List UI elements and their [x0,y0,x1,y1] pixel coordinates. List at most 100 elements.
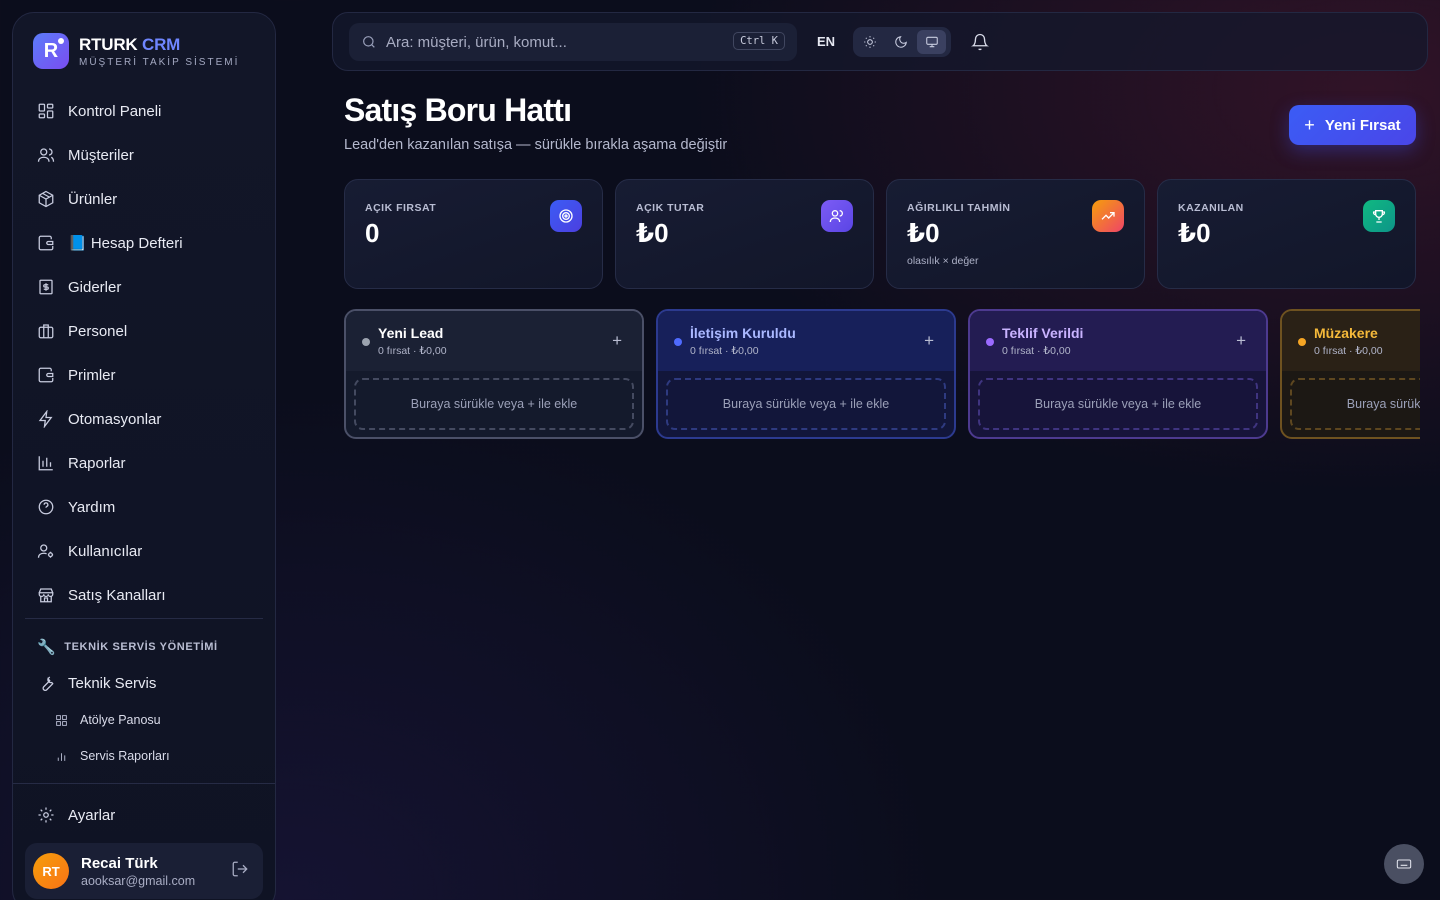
add-deal-button[interactable]: + [1236,331,1246,351]
sidebar-nav: Kontrol Paneli Müşteriler Ürünler 📘 Hesa… [25,89,265,617]
sidebar-item-label: Kontrol Paneli [68,102,162,120]
wrench-icon [42,676,54,691]
brand[interactable]: R RTURK CRM MÜŞTERİ TAKİP SİSTEMİ [33,33,239,69]
stat-value: ₺0 [636,218,669,248]
target-icon [550,200,582,232]
bar-chart-icon [38,456,53,471]
sidebar-item-bonuses[interactable]: Primler [25,353,265,397]
stage-title: Teklif Verildi [1002,325,1084,341]
stat-note: olasılık × değer [907,255,979,267]
sidebar-item-sales-channels[interactable]: Satış Kanalları [25,573,265,617]
pipeline-board: Yeni Lead 0 fırsat · ₺0,00 + Buraya sürü… [344,309,1420,444]
sidebar-item-products[interactable]: Ürünler [25,177,265,221]
bell-icon [971,33,989,51]
sidebar-item-dashboard[interactable]: Kontrol Paneli [25,89,265,133]
drop-zone[interactable]: Buraya sürükle veya + ile ekle [354,378,634,430]
stage-dot [362,338,370,346]
stat-card-open-opportunities: AÇIK FIRSAT 0 [344,179,603,289]
trending-up-icon [1092,200,1124,232]
stage-meta: 0 fırsat · ₺0,00 [378,345,447,357]
sidebar-item-label: Primler [68,366,116,384]
sidebar-item-technical-service[interactable]: Teknik Servis [25,661,265,705]
drop-zone[interactable]: Buraya sürükle veya + ile ekle [1290,378,1420,430]
stage-dot [1298,338,1306,346]
theme-dark-button[interactable] [887,30,916,54]
sidebar-item-reports[interactable]: Raporlar [25,441,265,485]
sidebar-item-ledger[interactable]: 📘 Hesap Defteri [25,221,265,265]
sidebar-subitem-service-reports[interactable]: Servis Raporları [55,749,170,763]
keyboard-icon [1396,859,1412,869]
stage-title: Müzakere [1314,325,1378,341]
briefcase-icon [38,324,54,339]
stage-title: Yeni Lead [378,325,444,341]
page-subtitle: Lead'den kazanılan satışa — sürükle bıra… [344,137,728,153]
gear-icon [38,807,54,823]
add-deal-button[interactable]: + [924,331,934,351]
bar-chart-icon [57,752,66,761]
users-icon [821,200,853,232]
monitor-icon [925,36,938,48]
add-deal-button[interactable]: + [612,331,622,351]
sidebar-item-label: Kullanıcılar [68,542,143,560]
trophy-icon [1363,200,1395,232]
shortcut-hint: Ctrl K [733,32,785,50]
pipeline-column-new-lead[interactable]: Yeni Lead 0 fırsat · ₺0,00 + Buraya sürü… [344,309,644,439]
store-icon [38,588,54,603]
sidebar-subitem-workshop-board[interactable]: Atölye Panosu [55,713,161,727]
page-title: Satış Boru Hattı [344,92,572,128]
help-circle-icon [38,499,54,515]
sidebar-item-label: Ayarlar [68,806,116,824]
pipeline-column-proposal-sent[interactable]: Teklif Verildi 0 fırsat · ₺0,00 + Buraya… [968,309,1268,439]
sidebar-item-label: Teknik Servis [68,674,157,692]
sidebar-item-customers[interactable]: Müşteriler [25,133,265,177]
avatar: RT [33,853,69,889]
moon-icon [895,36,907,48]
sidebar-item-label: Giderler [68,278,122,296]
notifications-button[interactable] [971,33,989,56]
sun-icon [864,36,877,48]
sidebar-item-users[interactable]: Kullanıcılar [25,529,265,573]
sidebar-item-label: Satış Kanalları [68,586,166,604]
stage-dot [674,338,682,346]
sidebar-divider [13,783,275,784]
brand-subtitle: MÜŞTERİ TAKİP SİSTEMİ [79,56,240,68]
drop-zone[interactable]: Buraya sürükle veya + ile ekle [666,378,946,430]
stat-card-open-amount: AÇIK TUTAR ₺0 [615,179,874,289]
sidebar-item-label: Personel [68,322,128,340]
package-icon [38,190,54,208]
sidebar-item-label: Otomasyonlar [68,410,162,428]
theme-light-button[interactable] [856,30,885,54]
sidebar-item-settings[interactable]: Ayarlar [25,793,265,837]
brand-title: RTURK CRM [79,34,181,54]
sidebar-item-expenses[interactable]: Giderler [25,265,265,309]
keyboard-shortcuts-button[interactable] [1384,844,1424,884]
search-input[interactable] [386,33,716,51]
dashboard-icon [38,103,54,119]
pipeline-column-contacted[interactable]: İletişim Kuruldu 0 fırsat · ₺0,00 + Bura… [656,309,956,439]
pipeline-column-negotiation[interactable]: Müzakere 0 fırsat · ₺0,00 + Buraya sürük… [1280,309,1420,439]
drop-zone[interactable]: Buraya sürükle veya + ile ekle [978,378,1258,430]
theme-switcher [853,27,951,57]
logout-icon[interactable] [231,860,263,883]
sidebar-item-label: Müşteriler [68,146,134,164]
sidebar: R RTURK CRM MÜŞTERİ TAKİP SİSTEMİ Kontro… [12,12,276,900]
wallet-icon [38,367,54,383]
stage-meta: 0 fırsat · ₺0,00 [1002,345,1071,357]
sidebar-item-automations[interactable]: Otomasyonlar [25,397,265,441]
receipt-icon [39,279,53,295]
user-email: aooksar@gmail.com [81,873,196,888]
section-label-service: 🔧 TEKNİK SERVİS YÖNETİMİ [37,639,218,656]
search-box[interactable]: Ctrl K [349,23,797,61]
user-name: Recai Türk [81,854,158,872]
search-icon [363,36,375,48]
stat-card-weighted-forecast: AĞIRLIKLI TAHMİN ₺0 olasılık × değer [886,179,1145,289]
sidebar-item-label: Raporlar [68,454,126,472]
user-card[interactable]: RT Recai Türk aooksar@gmail.com [25,843,263,899]
new-opportunity-button[interactable]: + Yeni Fırsat [1289,105,1416,145]
sidebar-item-help[interactable]: Yardım [25,485,265,529]
theme-system-button[interactable] [917,30,947,54]
brand-logo: R [33,33,69,69]
sidebar-item-staff[interactable]: Personel [25,309,265,353]
language-switch[interactable]: EN [817,34,835,49]
wrench-icon: 🔧 [37,639,57,656]
